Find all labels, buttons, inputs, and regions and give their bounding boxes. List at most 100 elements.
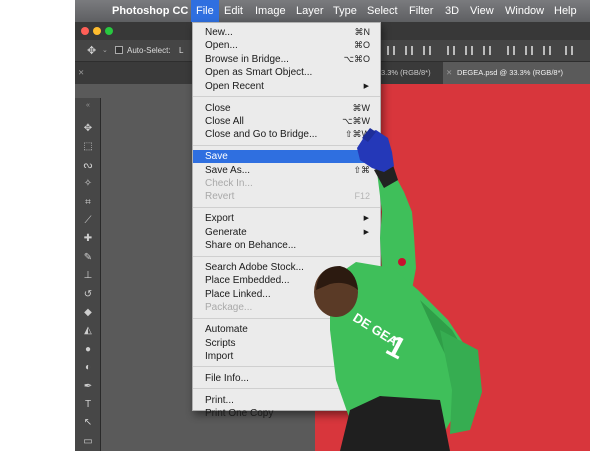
brush-icon[interactable]: ✎ — [81, 251, 95, 265]
menu-separator — [193, 96, 380, 97]
menu-item-label: Search Adobe Stock... — [205, 262, 304, 273]
close-window-button[interactable] — [81, 27, 89, 35]
menu-item-automate[interactable]: Automate ▶ — [193, 323, 380, 336]
menu-item-shortcut: ⌘W — [352, 102, 371, 113]
menu-image[interactable]: Image — [255, 0, 286, 22]
menu-item-import[interactable]: Import ▶ — [193, 350, 380, 363]
healing-icon[interactable]: ✚ — [81, 232, 95, 246]
menu-item-label: Place Embedded... — [205, 275, 290, 287]
menu-item-open[interactable]: Open... ⌘O — [193, 39, 380, 52]
magic-wand-icon[interactable]: ✧ — [81, 177, 95, 191]
stamp-icon[interactable]: ⊥ — [81, 269, 95, 283]
minimize-window-button[interactable] — [93, 27, 101, 35]
collapse-panel-icon[interactable]: « — [81, 102, 95, 110]
menu-select[interactable]: Select — [367, 0, 398, 22]
marquee-icon[interactable]: ⬚ — [81, 140, 95, 154]
file-menu-dropdown: New... ⌘N Open... ⌘O Browse in Bridge... ⌥⌘O O… — [192, 22, 381, 419]
menu-item-share-on-behance[interactable]: Share on Behance... — [193, 239, 380, 252]
menu-item-save[interactable]: Save ⌘ — [193, 150, 380, 164]
close-tab-icon[interactable]: ✕ — [446, 62, 452, 84]
distribute-left-icon[interactable] — [507, 46, 515, 55]
menu-item-shortcut: F12 — [354, 191, 370, 202]
menu-layer[interactable]: Layer — [296, 0, 324, 22]
menu-item-file-info[interactable]: File Info... — [193, 372, 380, 385]
auto-align-icon[interactable] — [565, 46, 573, 55]
menu-3d[interactable]: 3D — [445, 0, 459, 22]
submenu-arrow-icon: ▶ — [363, 215, 369, 223]
menu-item-label: Automate — [205, 324, 248, 336]
menu-item-label: Save — [205, 151, 228, 163]
align-bottom-icon[interactable] — [423, 46, 431, 55]
menu-item-close[interactable]: Close ⌘W — [193, 102, 380, 115]
menu-type[interactable]: Type — [333, 0, 357, 22]
dodge-icon[interactable]: ◐ — [81, 361, 95, 375]
crop-icon[interactable]: ⌗ — [81, 196, 95, 210]
distribute-vcenter-icon[interactable] — [465, 46, 473, 55]
menu-item-place-embedded[interactable]: Place Embedded... — [193, 274, 380, 287]
menu-item-label: Print One Copy — [205, 408, 274, 420]
menu-file[interactable]: File — [191, 0, 219, 22]
menu-item-shortcut: ⌘O — [353, 40, 370, 51]
lasso-icon[interactable]: ᔓ — [81, 159, 95, 173]
type-icon[interactable]: T — [81, 398, 95, 412]
blur-icon[interactable]: ● — [81, 343, 95, 357]
eyedropper-icon[interactable]: ⟋ — [81, 214, 95, 228]
menu-item-label: Revert — [205, 191, 235, 203]
menu-item-revert: Revert F12 — [193, 190, 380, 203]
menu-item-close-all[interactable]: Close All ⌥⌘W — [193, 115, 380, 128]
distribute-bottom-icon[interactable] — [483, 46, 491, 55]
distribute-hcenter-icon[interactable] — [525, 46, 533, 55]
menu-item-browse-in-bridge[interactable]: Browse in Bridge... ⌥⌘O — [193, 53, 380, 66]
menu-item-print[interactable]: Print... — [193, 394, 380, 407]
menu-item-scripts[interactable]: Scripts ▶ — [193, 337, 380, 350]
app-menu[interactable]: Photoshop CC — [112, 0, 188, 22]
move-tool-preset-icon[interactable]: ✥ — [87, 44, 96, 57]
menu-item-save-as[interactable]: Save As... ⇧⌘ — [193, 164, 380, 177]
menu-item-label: Place Linked... — [205, 288, 271, 300]
tab-degea-psd[interactable]: ✕ DEGEA.psd @ 33.3% (RGB/8*) — [443, 62, 590, 84]
path-select-icon[interactable]: ↖ — [81, 416, 95, 430]
distribute-top-icon[interactable] — [447, 46, 455, 55]
eraser-icon[interactable]: ◆ — [81, 306, 95, 320]
menu-item-print-one-copy[interactable]: Print One Copy ⌥⌘ — [193, 407, 380, 420]
tab-document-1[interactable]: 3.3% (RGB/8*) — [381, 62, 441, 84]
menu-item-generate[interactable]: Generate ▶ — [193, 226, 380, 239]
paint-bucket-icon[interactable]: ◭ — [81, 324, 95, 338]
menu-item-label: Export — [205, 213, 234, 225]
menu-edit[interactable]: Edit — [224, 0, 243, 22]
tab-label: DEGEA.psd @ 33.3% (RGB/8*) — [457, 68, 563, 77]
menu-item-label: Open... — [205, 40, 238, 52]
menu-item-check-in: Check In... — [193, 177, 380, 190]
menu-separator — [193, 255, 380, 257]
menu-item-export[interactable]: Export ▶ — [193, 212, 380, 225]
move-icon[interactable]: ✥ — [81, 122, 95, 136]
pen-icon[interactable]: ✒ — [81, 380, 95, 394]
menu-filter[interactable]: Filter — [409, 0, 433, 22]
tab-previous[interactable]: ✕ — [75, 62, 105, 84]
menu-help[interactable]: Help — [554, 0, 577, 22]
menu-item-place-linked[interactable]: Place Linked... — [193, 288, 380, 301]
menu-item-label: Close — [205, 102, 231, 114]
auto-select-dropdown[interactable]: L — [179, 46, 183, 55]
align-vcenter-icon[interactable] — [405, 46, 413, 55]
shape-icon[interactable]: ▭ — [81, 435, 95, 449]
menu-window[interactable]: Window — [505, 0, 544, 22]
tab-label: 3.3% (RGB/8*) — [381, 68, 431, 77]
menu-item-new[interactable]: New... ⌘N — [193, 26, 380, 39]
menu-separator — [193, 206, 380, 208]
menu-view[interactable]: View — [470, 0, 494, 22]
chevron-down-icon[interactable]: ⌄ — [102, 46, 108, 54]
menu-item-label: Close and Go to Bridge... — [205, 129, 318, 141]
submenu-arrow-icon: ▶ — [363, 82, 369, 90]
align-top-icon[interactable] — [387, 46, 395, 55]
menu-item-open-as-smart-object[interactable]: Open as Smart Object... — [193, 66, 380, 79]
close-tab-icon[interactable]: ✕ — [78, 62, 84, 84]
menu-item-open-recent[interactable]: Open Recent ▶ — [193, 80, 380, 93]
zoom-window-button[interactable] — [105, 27, 113, 35]
menu-separator — [193, 144, 380, 146]
menu-item-search-adobe-stock[interactable]: Search Adobe Stock... — [193, 261, 380, 274]
auto-select-checkbox[interactable] — [115, 46, 123, 54]
history-brush-icon[interactable]: ↺ — [81, 288, 95, 302]
distribute-right-icon[interactable] — [543, 46, 551, 55]
menu-item-close-and-go-to-bridge[interactable]: Close and Go to Bridge... ⇧⌘W — [193, 128, 380, 141]
